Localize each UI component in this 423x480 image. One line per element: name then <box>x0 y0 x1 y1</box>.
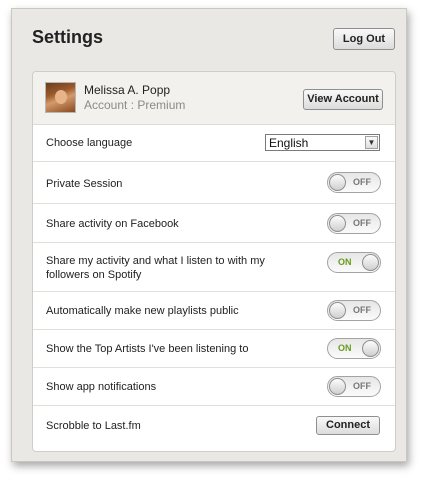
toggle-knob <box>362 340 379 357</box>
toggle-knob <box>329 215 346 232</box>
setting-label: Show app notifications <box>46 381 157 393</box>
setting-row-facebook: Share activity on Facebook OFF <box>33 204 395 243</box>
avatar <box>45 82 76 113</box>
toggle-state: OFF <box>353 177 371 187</box>
private-session-toggle[interactable]: OFF <box>327 172 381 193</box>
toggle-knob <box>329 302 346 319</box>
setting-row-public-playlists: Automatically make new playlists public … <box>33 292 395 330</box>
setting-row-notifications: Show app notifications OFF <box>33 368 395 406</box>
public-playlists-toggle[interactable]: OFF <box>327 300 381 321</box>
toggle-state: OFF <box>353 305 371 315</box>
logout-button[interactable]: Log Out <box>333 28 395 50</box>
scrobble-row: Scrobble to Last.fm Connect <box>33 406 395 451</box>
toggle-state: OFF <box>353 218 371 228</box>
page-title: Settings <box>32 27 104 47</box>
account-row: Melissa A. Popp Account : Premium View A… <box>33 72 395 125</box>
setting-label-line2: followers on Spotify <box>46 269 142 281</box>
settings-panel: Settings Log Out Melissa A. Popp Account… <box>11 8 407 462</box>
setting-label: Private Session <box>46 178 123 190</box>
setting-label: Show the Top Artists I've been listening… <box>46 343 249 355</box>
account-name: Melissa A. Popp <box>84 83 171 97</box>
setting-row-top-artists: Show the Top Artists I've been listening… <box>33 330 395 368</box>
top-artists-toggle[interactable]: ON <box>327 338 381 359</box>
toggle-state: ON <box>338 343 352 353</box>
toggle-state: ON <box>338 257 352 267</box>
share-activity-toggle[interactable]: ON <box>327 252 381 273</box>
setting-row-private-session: Private Session OFF <box>33 162 395 204</box>
notifications-toggle[interactable]: OFF <box>327 376 381 397</box>
setting-label-line1: Share my activity and what I listen to w… <box>46 255 265 267</box>
language-select[interactable]: English ▼ <box>265 134 380 151</box>
settings-card: Melissa A. Popp Account : Premium View A… <box>32 71 396 452</box>
language-row: Choose language English ▼ <box>33 124 395 162</box>
view-account-button[interactable]: View Account <box>303 89 383 110</box>
setting-label: Share my activity and what I listen to w… <box>46 254 265 282</box>
toggle-knob <box>329 378 346 395</box>
setting-row-share-activity: Share my activity and what I listen to w… <box>33 243 395 292</box>
language-value: English <box>269 136 309 150</box>
setting-label: Automatically make new playlists public <box>46 305 239 317</box>
account-type: Account : Premium <box>84 98 186 112</box>
connect-button[interactable]: Connect <box>316 416 380 435</box>
toggle-knob <box>362 254 379 271</box>
chevron-down-icon[interactable]: ▼ <box>365 136 378 149</box>
facebook-toggle[interactable]: OFF <box>327 213 381 234</box>
setting-label: Share activity on Facebook <box>46 218 179 230</box>
toggle-state: OFF <box>353 381 371 391</box>
language-label: Choose language <box>46 137 133 149</box>
toggle-knob <box>329 174 346 191</box>
scrobble-label: Scrobble to Last.fm <box>46 420 141 432</box>
